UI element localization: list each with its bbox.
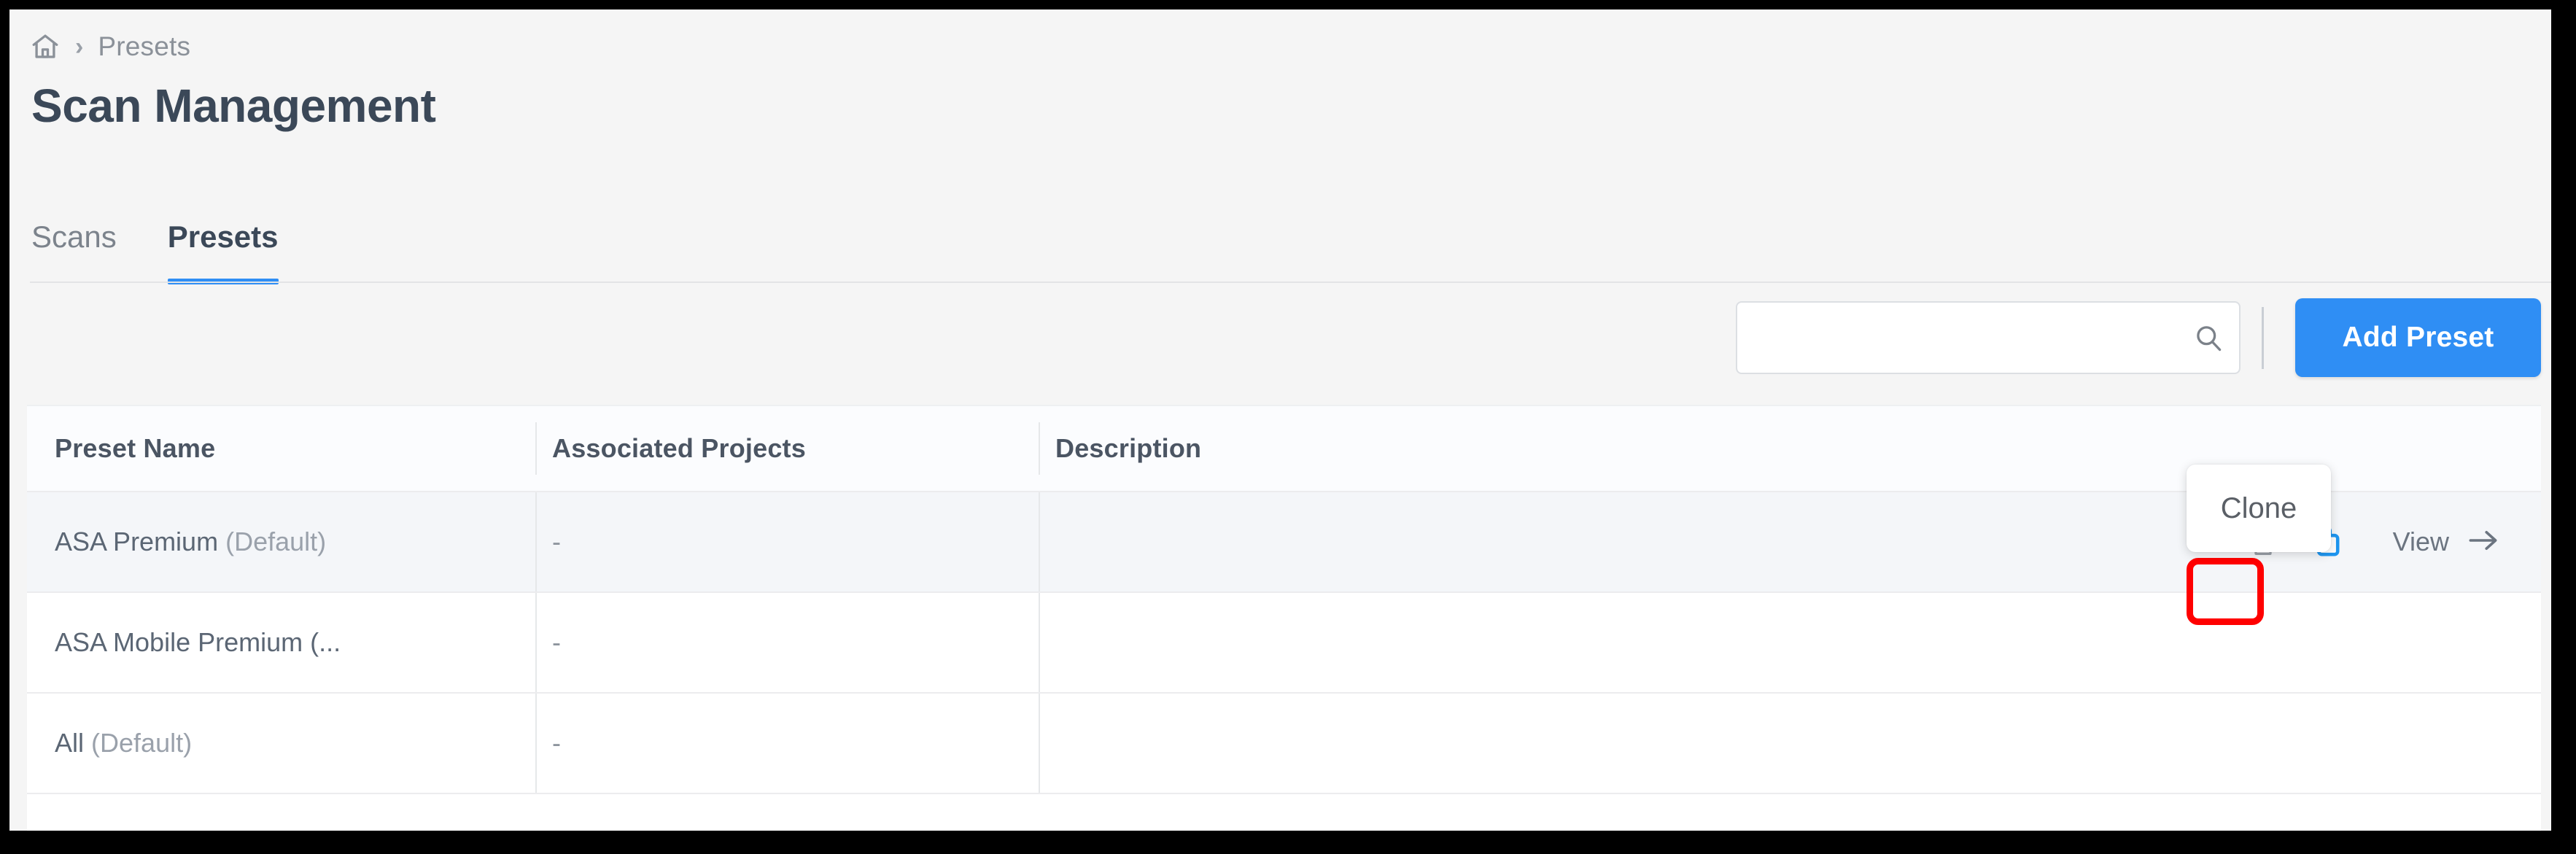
preset-name-text: All <box>55 728 85 758</box>
column-divider <box>535 422 537 475</box>
column-divider <box>1039 422 1040 475</box>
cell-preset-name: All (Default) <box>55 728 192 758</box>
page-title: Scan Management <box>31 79 436 132</box>
tab-presets[interactable]: Presets <box>167 222 279 284</box>
cell-associated-projects: - <box>552 728 561 758</box>
column-divider <box>1039 694 1040 793</box>
search-input[interactable] <box>1737 303 2182 373</box>
search-box[interactable] <box>1736 301 2241 374</box>
breadcrumb-current[interactable]: Presets <box>98 31 190 62</box>
preset-name-suffix: (Default) <box>91 728 193 758</box>
cell-preset-name: ASA Premium (Default) <box>55 527 326 557</box>
column-divider <box>535 593 537 692</box>
column-header-associated-projects[interactable]: Associated Projects <box>552 433 806 464</box>
breadcrumb: › Presets <box>30 30 190 63</box>
column-divider <box>1039 492 1040 591</box>
tab-scans[interactable]: Scans <box>31 222 117 284</box>
breadcrumb-separator-icon: › <box>75 33 84 61</box>
table-row[interactable]: All (Default) - <box>27 694 2541 794</box>
column-divider <box>535 694 537 793</box>
cell-preset-name: ASA Mobile Premium (... <box>55 627 341 657</box>
tab-bar-divider <box>30 282 2551 283</box>
home-icon[interactable] <box>30 31 61 62</box>
presets-table: Preset Name Associated Projects Descript… <box>27 405 2541 831</box>
table-row[interactable]: ASA Premium (Default) - View <box>27 492 2541 593</box>
column-header-preset-name[interactable]: Preset Name <box>55 433 215 464</box>
cell-associated-projects: - <box>552 527 561 556</box>
app-window: › Presets Scan Management Scans Presets … <box>9 9 2551 831</box>
view-link[interactable]: View <box>2393 522 2502 562</box>
table-header-row: Preset Name Associated Projects Descript… <box>27 406 2541 492</box>
toolbar-divider <box>2262 307 2264 369</box>
cell-associated-projects: - <box>552 627 561 657</box>
table-row[interactable]: ASA Mobile Premium (... - <box>27 593 2541 694</box>
preset-name-text: ASA Premium <box>55 527 219 556</box>
column-divider <box>1039 593 1040 692</box>
preset-name-suffix: (Default) <box>225 527 327 556</box>
column-header-description[interactable]: Description <box>1055 433 1201 464</box>
toolbar: Add Preset <box>9 285 2551 405</box>
add-preset-button[interactable]: Add Preset <box>2295 298 2541 377</box>
tab-bar: Scans Presets <box>31 195 330 284</box>
tooltip-label: Clone <box>2220 492 2297 524</box>
clone-tooltip: Clone <box>2187 465 2331 552</box>
arrow-right-icon <box>2465 522 2502 562</box>
view-label: View <box>2392 527 2449 556</box>
column-divider <box>535 492 537 591</box>
